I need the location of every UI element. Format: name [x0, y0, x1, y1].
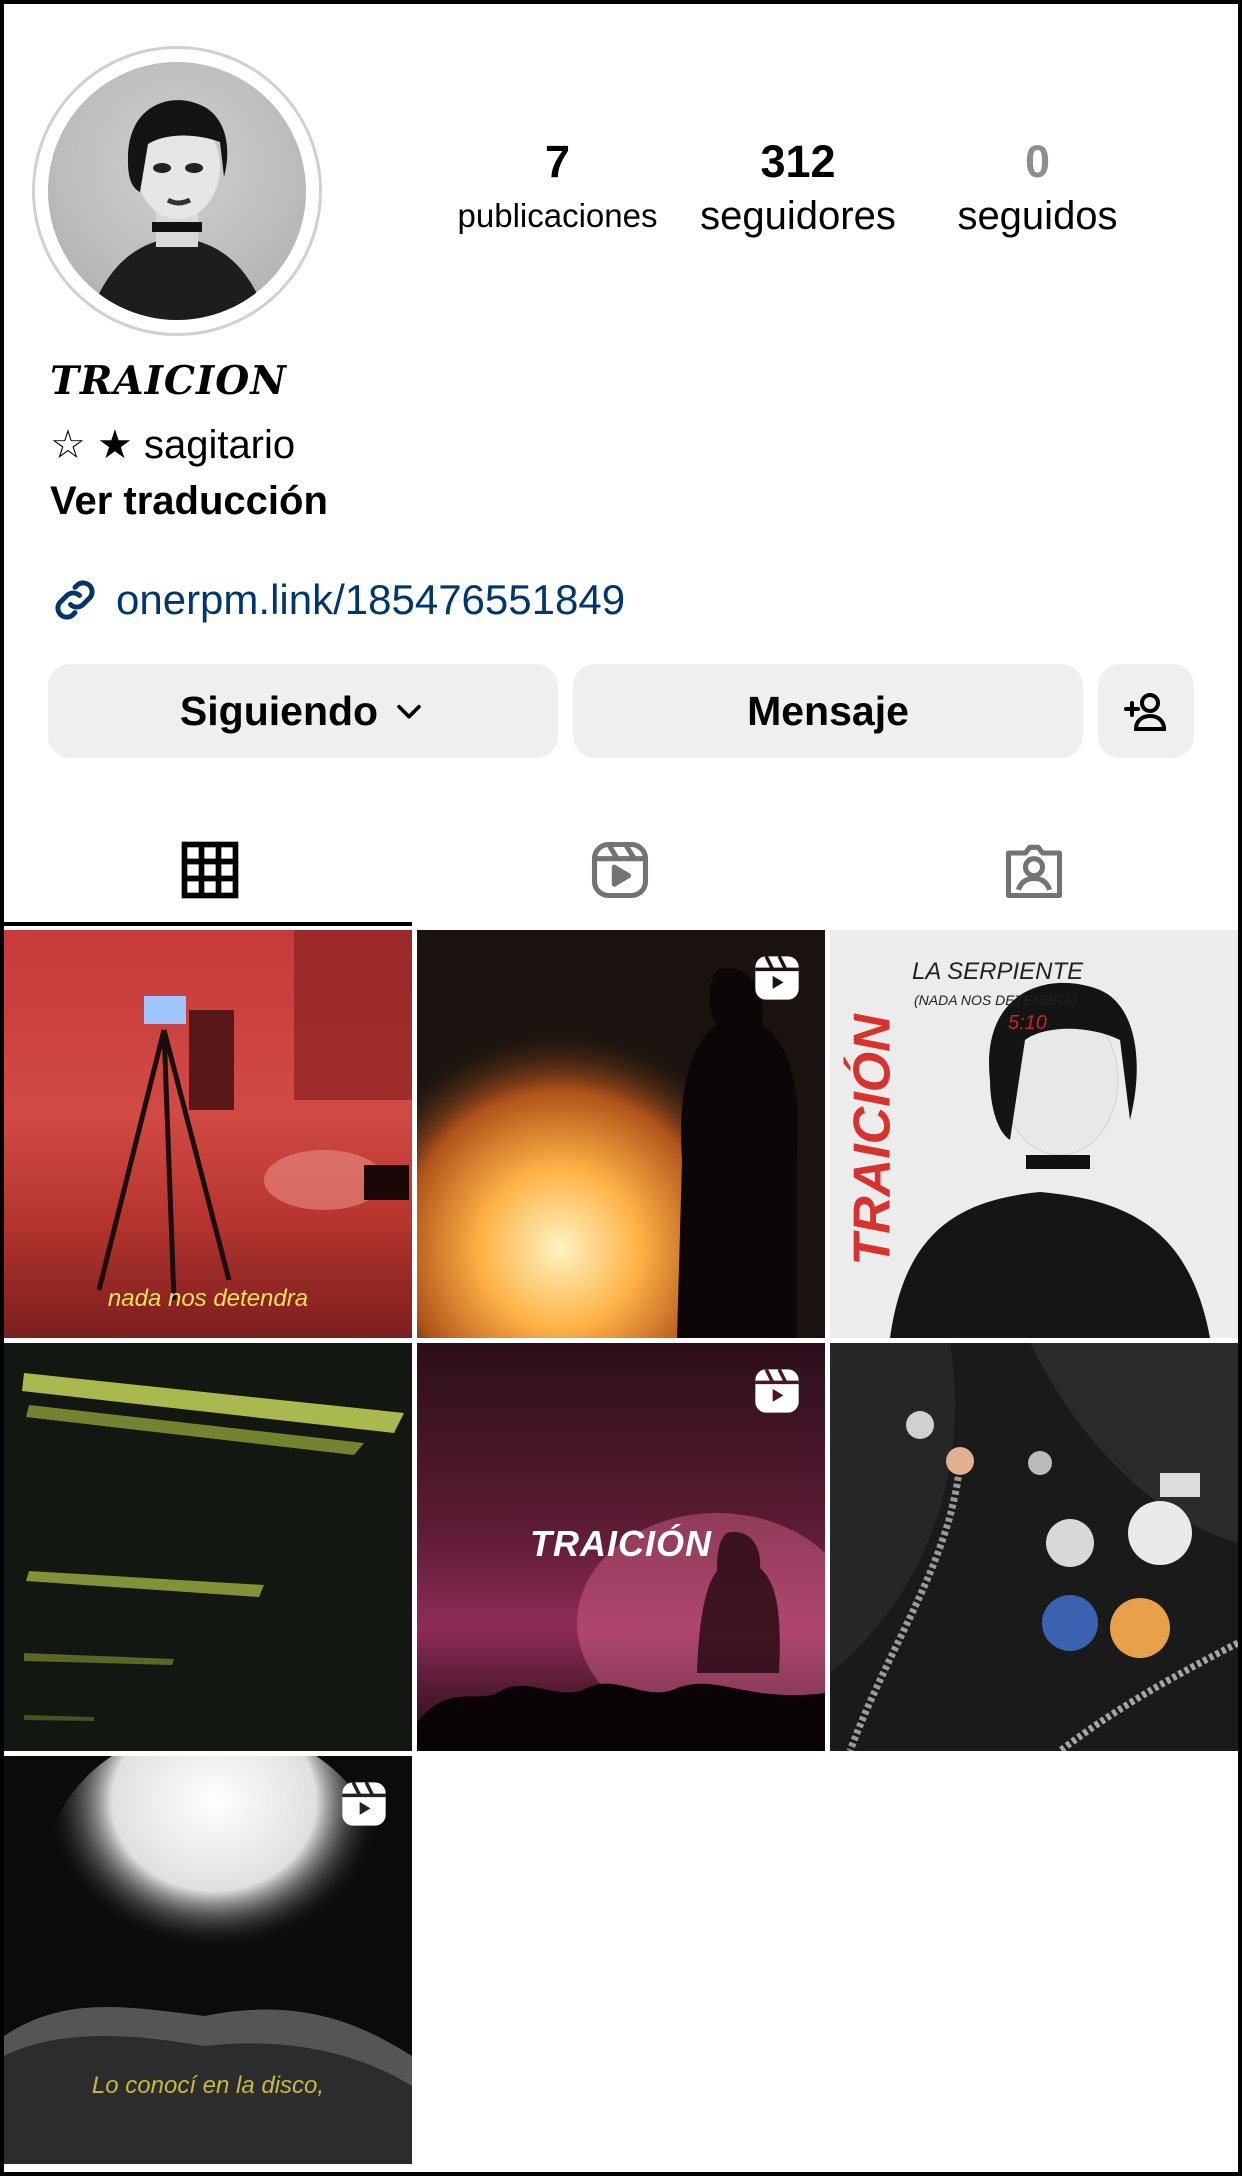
- link-icon: [55, 580, 95, 620]
- profile-link-text: onerpm.link/185476551849: [116, 576, 626, 623]
- post-thumbnail[interactable]: nada nos detendra: [4, 930, 412, 1338]
- chevron-down-icon: [397, 704, 421, 719]
- reel-badge-icon: [755, 955, 799, 1000]
- post-thumbnail[interactable]: TRAICIÓN LA SERPIENTE (NADA NOS DETENDRÁ…: [830, 930, 1238, 1338]
- following-label: seguidos: [957, 194, 1118, 238]
- active-tab-indicator: [4, 922, 412, 926]
- reel-badge-icon: [755, 1368, 799, 1413]
- stat-following[interactable]: 0 seguidos: [940, 132, 1135, 240]
- following-count: 0: [1024, 136, 1051, 187]
- bio-text: ☆ ★ sagitario: [50, 423, 296, 467]
- tab-reels[interactable]: [414, 820, 826, 920]
- stat-posts[interactable]: 7 publicaciones: [445, 132, 670, 240]
- followers-count: 312: [760, 136, 836, 187]
- post-thumbnail[interactable]: TRAICIÓN: [417, 1343, 825, 1751]
- post-caption-overlay: nada nos detendra: [107, 1285, 309, 1312]
- tab-tagged[interactable]: [828, 820, 1240, 920]
- post-thumbnail[interactable]: [830, 1343, 1238, 1751]
- post-thumbnail[interactable]: Lo conocí en la disco,: [4, 1756, 412, 2164]
- grid-icon: [181, 841, 239, 899]
- followers-label: seguidores: [700, 194, 896, 238]
- album-release-date: 5:10: [1008, 1012, 1047, 1034]
- post-image: [96, 930, 412, 1301]
- add-person-icon: [1124, 693, 1167, 731]
- post-title-overlay: TRAICIÓN: [530, 1523, 712, 1564]
- post-image: [830, 1343, 1238, 1751]
- display-name: TRAICION: [50, 358, 287, 404]
- stat-followers[interactable]: 312 seguidores: [688, 132, 908, 240]
- posts-count: 7: [544, 136, 571, 187]
- following-button[interactable]: Siguiendo: [48, 664, 558, 758]
- see-translation-link[interactable]: Ver traducción: [50, 474, 328, 528]
- suggested-users-button[interactable]: [1098, 664, 1194, 758]
- avatar[interactable]: [48, 62, 306, 320]
- reels-icon: [591, 841, 649, 899]
- post-image: [22, 1373, 404, 1721]
- message-button[interactable]: Mensaje: [573, 664, 1083, 758]
- reel-badge-icon: [342, 1781, 386, 1826]
- post-thumbnail[interactable]: [417, 930, 825, 1338]
- album-title: TRAICIÓN: [844, 1014, 903, 1266]
- tab-posts-grid[interactable]: [4, 820, 416, 920]
- message-button-label: Mensaje: [747, 687, 909, 734]
- profile-link[interactable]: onerpm.link/185476551849: [48, 570, 625, 630]
- tagged-person-icon: [1005, 844, 1063, 899]
- posts-label: publicaciones: [457, 197, 658, 234]
- album-song-note: (NADA NOS DETENDRÁ): [914, 992, 1077, 1008]
- post-thumbnail[interactable]: [4, 1343, 412, 1751]
- album-song-title: LA SERPIENTE: [912, 958, 1084, 985]
- following-button-label: Siguiendo: [179, 687, 379, 734]
- post-caption-overlay: Lo conocí en la disco,: [91, 2072, 325, 2099]
